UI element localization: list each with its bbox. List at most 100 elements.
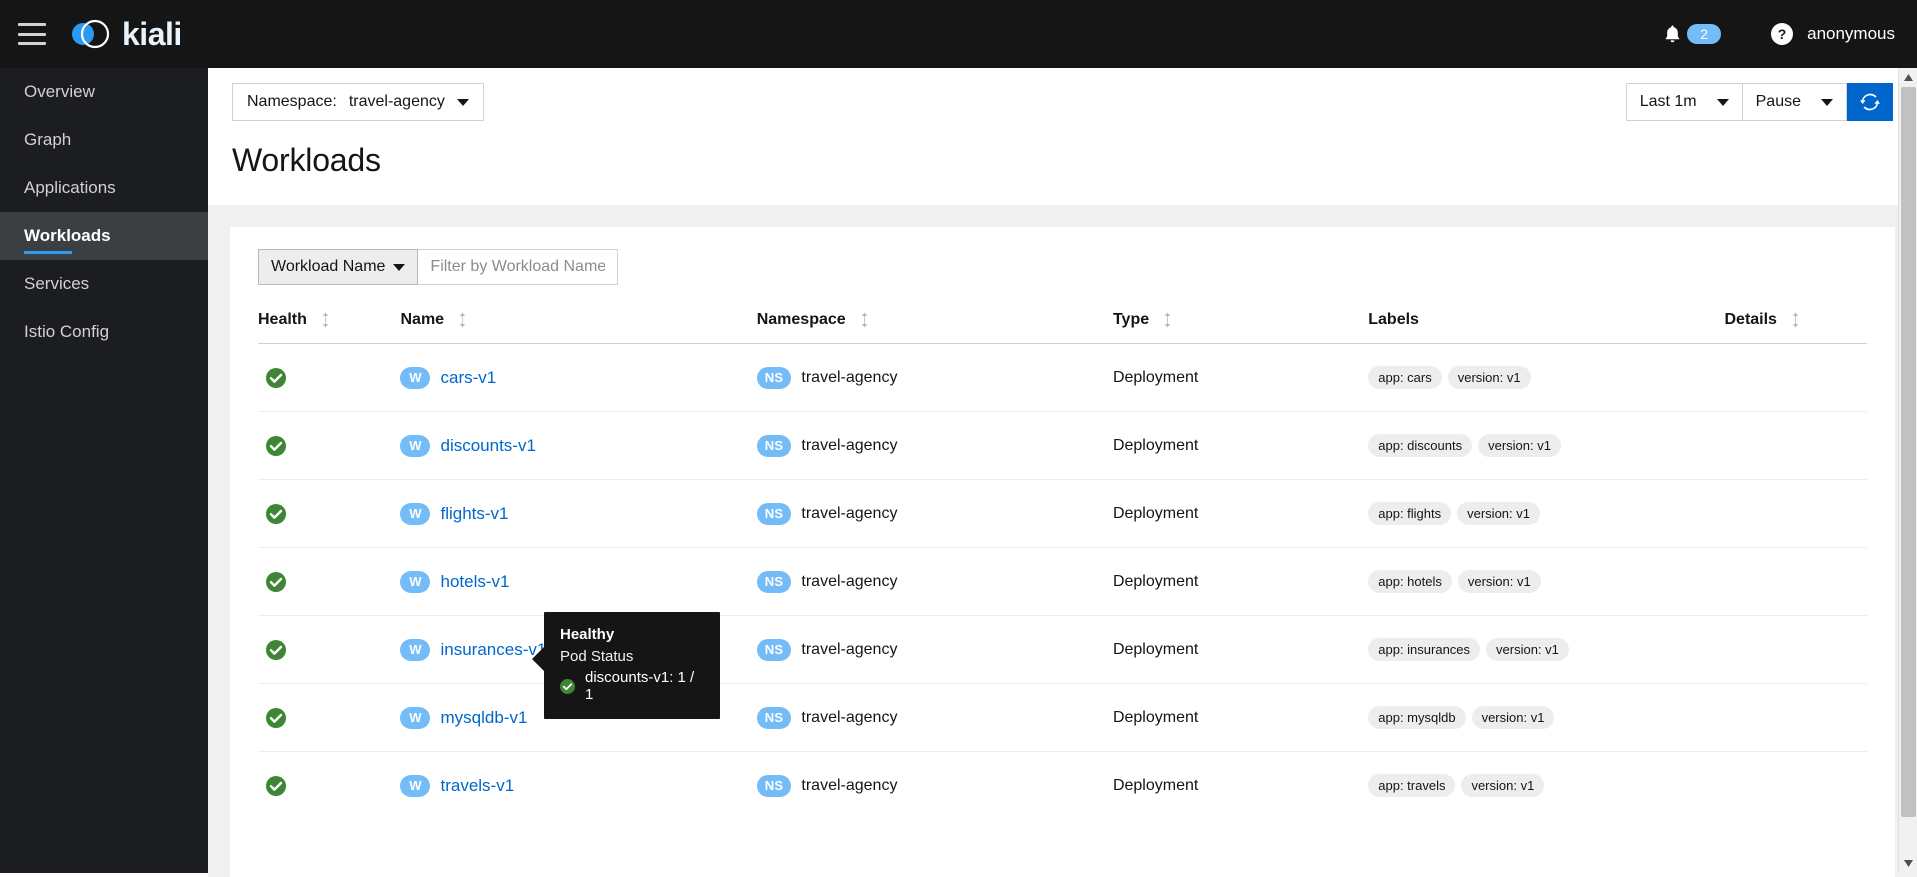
- notifications-button[interactable]: 2: [1654, 24, 1731, 44]
- workload-link[interactable]: mysqldb-v1: [440, 708, 527, 728]
- tooltip-pod-status-row: discounts-v1: 1 / 1: [560, 669, 704, 703]
- time-range-selector[interactable]: Last 1m: [1625, 83, 1743, 121]
- namespace-label: Namespace:: [247, 93, 337, 110]
- label-chip[interactable]: version: v1: [1486, 638, 1569, 661]
- workload-link[interactable]: insurances-v1: [440, 640, 546, 660]
- check-circle-icon[interactable]: [266, 435, 286, 456]
- column-label: Type: [1112, 311, 1150, 328]
- workload-badge: W: [400, 774, 431, 797]
- vertical-scrollbar[interactable]: [1898, 68, 1917, 873]
- check-circle-icon[interactable]: [266, 503, 286, 524]
- sidebar-item-istio-config[interactable]: Istio Config: [0, 308, 208, 356]
- scroll-down-button[interactable]: [1899, 854, 1917, 873]
- sidebar: Overview Graph Applications Workloads Se…: [0, 68, 208, 873]
- question-circle-icon[interactable]: ?: [1771, 23, 1794, 45]
- filter-type-selector[interactable]: Workload Name: [258, 249, 419, 285]
- cell-type: Deployment: [1112, 615, 1369, 684]
- check-circle-icon[interactable]: [266, 367, 286, 388]
- scrollbar-thumb[interactable]: [1901, 87, 1916, 817]
- label-chip[interactable]: version: v1: [1478, 434, 1561, 457]
- sidebar-item-label: Istio Config: [24, 322, 110, 341]
- label-chip[interactable]: app: mysqldb: [1368, 706, 1466, 729]
- column-header-name[interactable]: Name: [400, 301, 757, 344]
- workload-link[interactable]: cars-v1: [440, 368, 496, 388]
- scroll-up-button[interactable]: [1899, 68, 1917, 87]
- label-chip[interactable]: app: discounts: [1368, 434, 1473, 457]
- namespace-selector[interactable]: Namespace: travel-agency: [232, 83, 484, 121]
- cell-labels: app: cars version: v1: [1368, 343, 1725, 412]
- namespace-badge: NS: [756, 638, 792, 661]
- label-chip[interactable]: app: hotels: [1368, 570, 1452, 593]
- sidebar-item-services[interactable]: Services: [0, 260, 208, 308]
- workload-badge: W: [400, 366, 431, 389]
- table-row[interactable]: Wflights-v1 NS travel-agency Deployment app:…: [258, 479, 1867, 548]
- cell-type: Deployment: [1112, 776, 1199, 794]
- workload-link[interactable]: hotels-v1: [440, 572, 509, 592]
- sidebar-item-label: Workloads: [24, 226, 111, 245]
- sidebar-item-applications[interactable]: Applications: [0, 164, 208, 212]
- cell-namespace: NS travel-agency: [756, 615, 1113, 684]
- workloads-card: Workload Name Health: [230, 227, 1895, 877]
- main-content: Namespace: travel-agency Last 1m Pause W…: [208, 68, 1917, 877]
- brand-logo-group[interactable]: kiali: [68, 14, 182, 54]
- hamburger-icon[interactable]: [18, 23, 46, 45]
- column-label: Health: [258, 311, 307, 328]
- column-header-labels[interactable]: Labels: [1368, 301, 1725, 344]
- cell-health: [258, 479, 401, 548]
- sidebar-item-graph[interactable]: Graph: [0, 116, 208, 164]
- table-row[interactable]: Wcars-v1 NS travel-agency Deployment app: ca…: [258, 343, 1867, 412]
- column-label: Namespace: [756, 311, 846, 328]
- workload-link[interactable]: flights-v1: [440, 504, 508, 524]
- label-chip[interactable]: version: v1: [1447, 366, 1531, 389]
- cell-health: [258, 683, 401, 752]
- cell-namespace: NS travel-agency: [756, 752, 1113, 820]
- user-menu[interactable]: anonymous: [1807, 24, 1895, 44]
- cell-namespace: NS travel-agency: [756, 547, 1113, 616]
- sidebar-item-label: Graph: [24, 130, 72, 149]
- label-chip[interactable]: app: insurances: [1368, 638, 1481, 661]
- workload-badge: W: [400, 502, 431, 525]
- check-circle-icon[interactable]: [266, 775, 286, 796]
- column-header-health[interactable]: Health: [258, 301, 401, 344]
- namespace-badge: NS: [756, 570, 792, 593]
- filter-type-label: Workload Name: [271, 258, 386, 275]
- label-chip[interactable]: app: cars: [1368, 366, 1442, 389]
- column-label: Details: [1724, 311, 1777, 328]
- label-chip[interactable]: app: flights: [1368, 502, 1452, 525]
- masthead-right: 2 ? anonymous: [1654, 0, 1917, 68]
- namespace-name: travel-agency: [801, 708, 898, 726]
- cell-health: [258, 547, 401, 616]
- column-header-details[interactable]: Details: [1724, 301, 1867, 344]
- refresh-interval-selector[interactable]: Pause: [1742, 83, 1847, 121]
- table-row[interactable]: Winsurances-v1 NS travel-agency Deployment a…: [258, 615, 1867, 684]
- workload-link[interactable]: travels-v1: [440, 776, 514, 796]
- chevron-down-icon: [393, 263, 406, 271]
- workload-link[interactable]: discounts-v1: [440, 436, 535, 456]
- column-header-type[interactable]: Type: [1112, 301, 1369, 344]
- filter-input[interactable]: [418, 249, 619, 285]
- label-chip[interactable]: version: v1: [1461, 774, 1545, 797]
- table-row[interactable]: Wmysqldb-v1 NS travel-agency Deployment app:…: [258, 683, 1867, 752]
- table-row[interactable]: Whotels-v1 NS travel-agency Deployment app: …: [258, 547, 1867, 616]
- cell-namespace: NS travel-agency: [756, 343, 1113, 412]
- check-circle-icon[interactable]: [266, 571, 286, 592]
- label-chip[interactable]: app: travels: [1368, 774, 1456, 797]
- refresh-button[interactable]: [1847, 83, 1893, 121]
- label-chip[interactable]: version: v1: [1471, 706, 1555, 729]
- check-circle-icon[interactable]: [266, 639, 286, 660]
- table-row[interactable]: Wdiscounts-v1 NS travel-agency Deployment ap…: [258, 411, 1867, 480]
- sidebar-item-workloads[interactable]: Workloads: [0, 212, 208, 260]
- sort-icon: [1164, 312, 1171, 328]
- namespace-badge: NS: [756, 434, 792, 457]
- cell-labels: app: discounts version: v1: [1368, 411, 1725, 480]
- namespace-name: travel-agency: [801, 436, 898, 454]
- check-circle-icon[interactable]: [266, 707, 286, 728]
- filter-bar: Workload Name: [258, 249, 1867, 285]
- label-chip[interactable]: version: v1: [1457, 502, 1540, 525]
- label-chip[interactable]: version: v1: [1457, 570, 1541, 593]
- sidebar-item-overview[interactable]: Overview: [0, 68, 208, 116]
- column-header-namespace[interactable]: Namespace: [756, 301, 1113, 344]
- namespace-badge: NS: [756, 366, 792, 389]
- masthead: kiali 2 ? anonymous: [0, 0, 1917, 68]
- table-row[interactable]: Wtravels-v1 NS travel-agency Deployment app:…: [258, 752, 1867, 820]
